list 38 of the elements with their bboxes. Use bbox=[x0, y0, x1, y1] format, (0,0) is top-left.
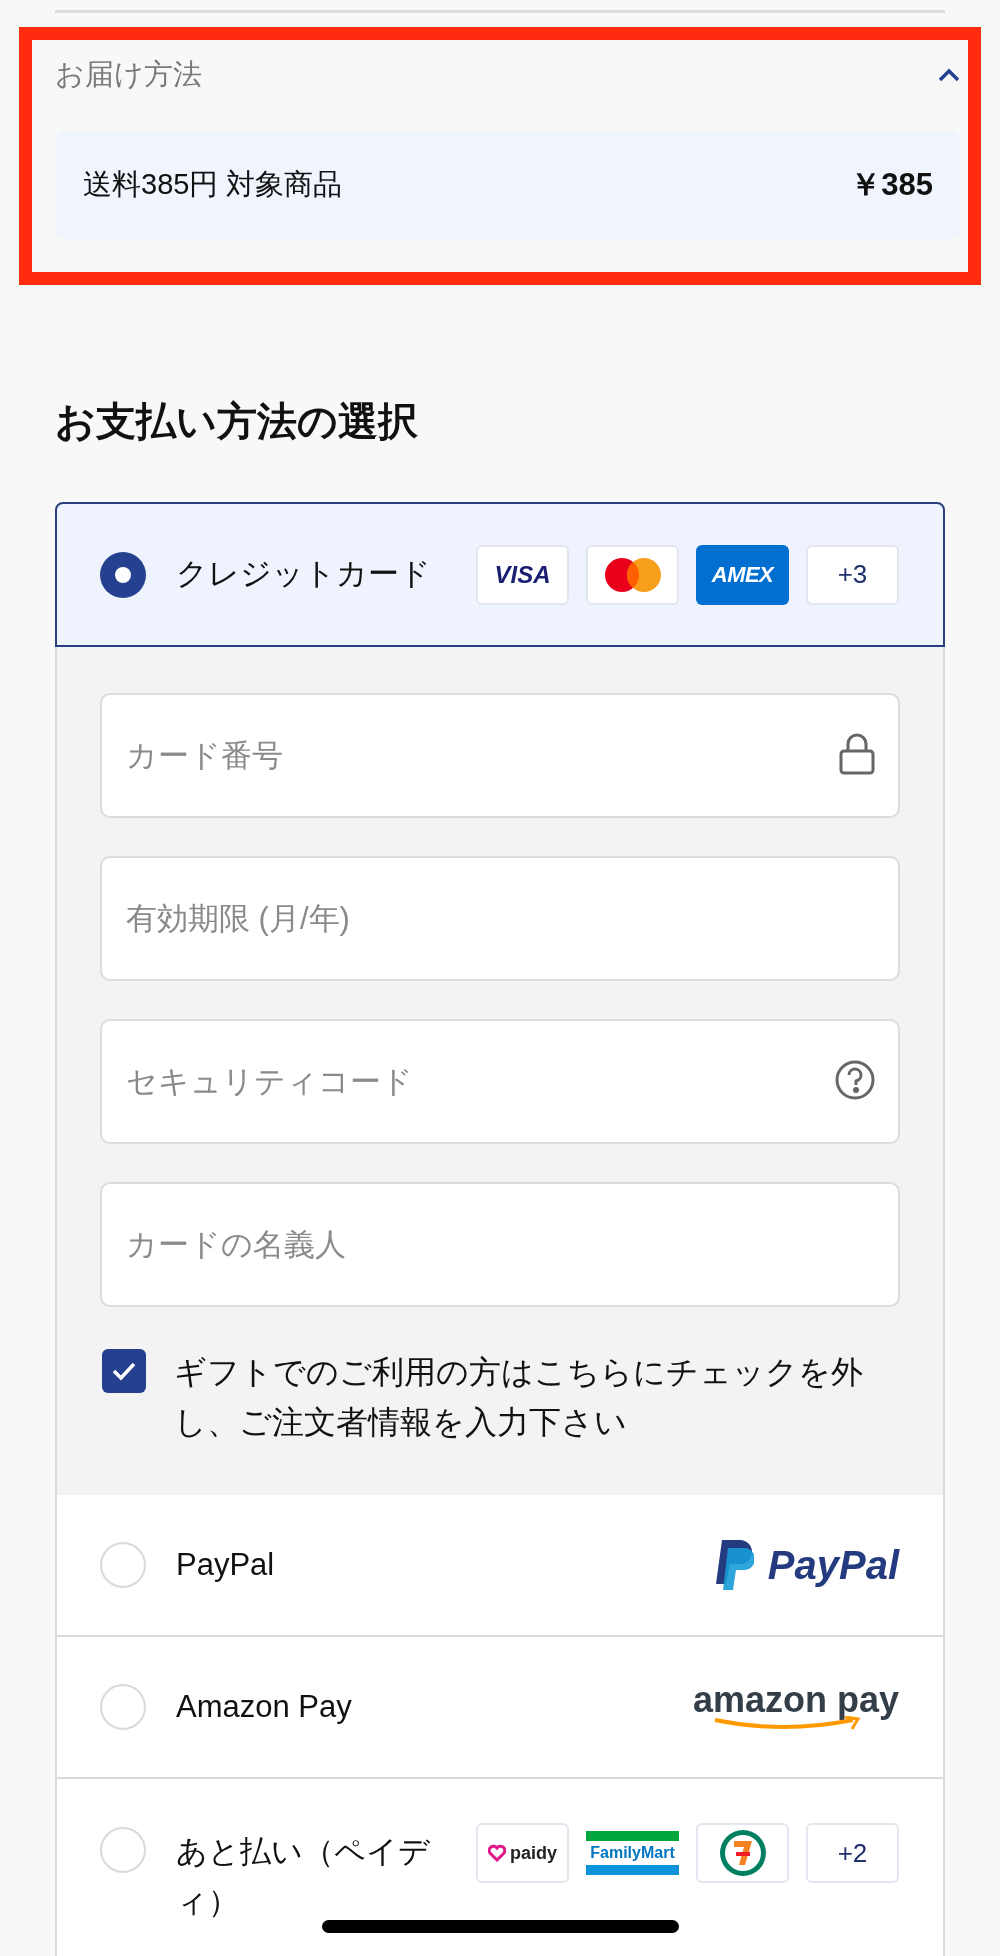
convenience-store-logo-icon bbox=[718, 1829, 767, 1877]
check-icon bbox=[111, 1361, 137, 1381]
radio-button[interactable] bbox=[100, 551, 146, 598]
paypal-logo: PayPal bbox=[767, 1545, 899, 1585]
radio-button[interactable] bbox=[100, 1827, 146, 1873]
option-label: PayPal bbox=[176, 1545, 275, 1584]
shipping-option[interactable]: 送料385円 対象商品 ￥385 bbox=[55, 131, 961, 239]
paidy-logo: paidy bbox=[510, 1841, 557, 1865]
input-field[interactable]: セキュリティコード bbox=[100, 1019, 900, 1144]
option-label: あと払い（ペイディ） bbox=[176, 1833, 431, 1921]
option-label: クレジットカード bbox=[176, 555, 431, 594]
input-field[interactable]: カードの名義人 bbox=[100, 1182, 900, 1307]
lock-icon bbox=[838, 733, 876, 775]
amex-badge: AMEX bbox=[696, 544, 789, 605]
heart-logo-icon bbox=[488, 1844, 506, 1862]
visa-badge: VISA bbox=[476, 544, 569, 605]
radio-button[interactable] bbox=[100, 1542, 146, 1588]
input-field[interactable]: カード番号 bbox=[100, 693, 900, 818]
gift-checkbox[interactable] bbox=[102, 1349, 146, 1393]
input-field[interactable]: 有効期限 (月/年) bbox=[100, 856, 900, 981]
gift-label: ギフトでのご利用の方はこちらにチェックを外し、ご注文者情報を入力下さい bbox=[174, 1353, 864, 1442]
payment-option[interactable]: PayPal PayPal bbox=[55, 1495, 945, 1637]
section-title: お支払い方法の選択 bbox=[55, 398, 419, 445]
paypal-p-icon bbox=[713, 1540, 754, 1590]
mastercard-logo-icon bbox=[603, 556, 662, 593]
shipping-label: 送料385円 対象商品 bbox=[83, 167, 343, 203]
payment-option[interactable]: あと払い（ペイディ） paidy FamilyMart +2 bbox=[55, 1779, 945, 1956]
section-heading: お届け方法 bbox=[55, 57, 202, 93]
radio-button[interactable] bbox=[100, 1684, 146, 1730]
more-badge[interactable]: +3 bbox=[806, 544, 899, 605]
more-badge[interactable]: +2 bbox=[806, 1823, 899, 1883]
shipping-price: ￥385 bbox=[850, 165, 933, 204]
payment-option[interactable]: Amazon Pay amazon pay bbox=[55, 1637, 945, 1779]
payment-option[interactable]: クレジットカード VISA AMEX +3 bbox=[55, 502, 945, 647]
chevron-icon[interactable] bbox=[937, 67, 961, 83]
amazon-pay-logo: amazon pay bbox=[692, 1682, 899, 1732]
help-icon[interactable] bbox=[834, 1059, 876, 1101]
option-label: Amazon Pay bbox=[176, 1687, 352, 1726]
